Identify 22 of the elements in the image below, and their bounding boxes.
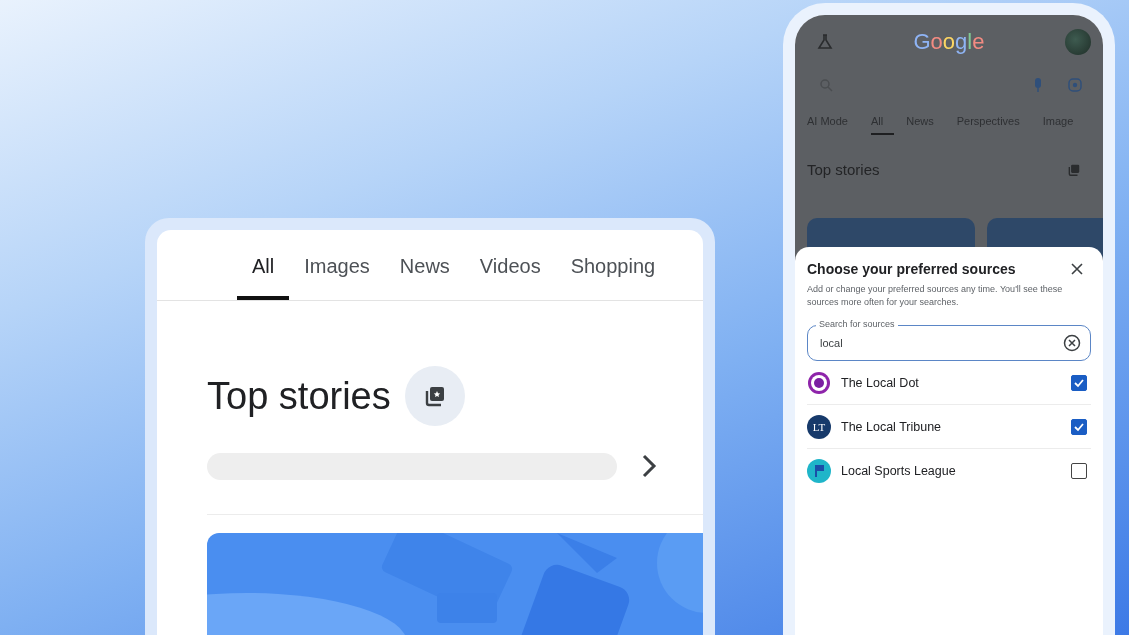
search-tab[interactable]: All: [237, 230, 290, 300]
search-tab[interactable]: News: [384, 230, 465, 300]
sheet-title: Choose your preferred sources: [807, 261, 1016, 277]
search-tab[interactable]: Shopping: [555, 230, 671, 300]
flag-icon: [807, 458, 831, 483]
search-tab[interactable]: Videos: [464, 230, 556, 300]
checkbox[interactable]: [1071, 418, 1087, 435]
source-name: Local Sports League: [841, 463, 957, 478]
search-tab[interactable]: Images: [289, 230, 385, 300]
logo: Google: [913, 29, 985, 55]
section-title: Top stories: [807, 161, 880, 178]
source-name: The Local Dot: [841, 375, 920, 390]
source-logo: [807, 370, 831, 395]
checkbox[interactable]: [1071, 374, 1087, 391]
section-title: Top stories: [207, 374, 391, 418]
checkbox[interactable]: [1071, 462, 1087, 479]
field-label: Search for sources: [816, 319, 898, 330]
source-logo: LT: [807, 414, 831, 439]
source-name: The Local Tribune: [841, 419, 943, 434]
clear-icon[interactable]: [1063, 334, 1081, 352]
close-icon[interactable]: [1071, 263, 1083, 275]
sheet-description: Add or change your preferred sources any time. You'll see these sources more often for your searches.: [807, 283, 1064, 309]
